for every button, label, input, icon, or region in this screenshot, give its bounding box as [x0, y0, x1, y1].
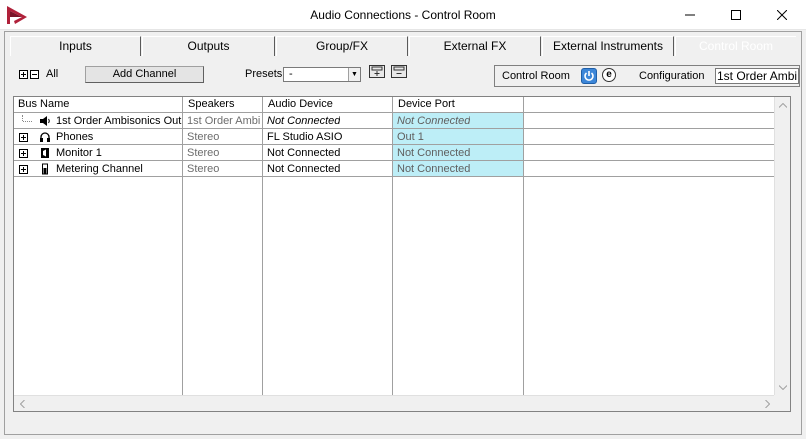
bus-name: Monitor 1	[56, 147, 102, 159]
table-row[interactable]: Monitor 1 Stereo Not Connected Not Conne…	[14, 145, 775, 161]
speaker-icon	[40, 116, 50, 126]
horizontal-scrollbar[interactable]	[14, 395, 775, 411]
column-header-speakers[interactable]: Speakers	[188, 98, 234, 110]
tab-control-room[interactable]: Control Room	[675, 36, 796, 56]
audio-device-value[interactable]: Not Connected	[267, 147, 340, 159]
scroll-left-icon[interactable]	[14, 396, 30, 412]
expand-all-icon[interactable]	[19, 69, 28, 79]
connections-table: Bus Name Speakers Audio Device Device Po…	[13, 96, 791, 412]
table-header: Bus Name Speakers Audio Device Device Po…	[14, 97, 775, 113]
column-header-audio-device[interactable]: Audio Device	[268, 98, 333, 110]
scroll-right-icon[interactable]	[759, 396, 775, 412]
tab-outputs[interactable]: Outputs	[142, 36, 275, 56]
table-row[interactable]: Metering Channel Stereo Not Connected No…	[14, 161, 775, 177]
speakers-value: 1st Order Ambi	[187, 115, 261, 127]
audio-device-value[interactable]: FL Studio ASIO	[267, 131, 342, 143]
control-room-label: Control Room	[502, 70, 570, 82]
maximize-icon	[731, 10, 741, 20]
bus-name: Phones	[56, 131, 94, 143]
close-icon	[777, 10, 787, 20]
expand-collapse-all: All	[19, 68, 58, 80]
audio-device-value[interactable]: Not Connected	[267, 115, 340, 127]
expand-icon[interactable]	[19, 133, 28, 142]
table-row[interactable]: Phones Stereo FL Studio ASIO Out 1	[14, 129, 775, 145]
scrollbar-corner	[774, 395, 790, 411]
toolbar: All Add Channel Presets - ▼ Control Room…	[10, 60, 800, 90]
expand-icon[interactable]	[19, 165, 28, 174]
tree-connector	[23, 121, 32, 122]
remove-preset-icon[interactable]	[391, 65, 407, 78]
vertical-scrollbar[interactable]	[774, 97, 790, 395]
store-preset-icon[interactable]	[369, 65, 385, 78]
bus-name: 1st Order Ambisonics Out	[56, 115, 182, 127]
device-port-cell[interactable]: Not Connected	[393, 113, 523, 128]
control-room-panel: Control Room e Configuration 1st Order A…	[494, 65, 800, 87]
collapse-all-icon[interactable]	[30, 69, 39, 79]
presets-label: Presets	[245, 68, 283, 80]
headphones-icon	[40, 132, 50, 142]
speakers-value: Stereo	[187, 147, 220, 159]
power-icon	[584, 71, 594, 81]
device-port-cell[interactable]: Out 1	[393, 129, 523, 144]
device-port-value: Not Connected	[397, 115, 471, 127]
meter-icon	[42, 163, 48, 175]
speakers-value: Stereo	[187, 131, 220, 143]
device-port-cell[interactable]: Not Connected	[393, 145, 523, 160]
column-header-bus-name[interactable]: Bus Name	[18, 98, 69, 110]
column-divider	[182, 97, 183, 395]
title-bar: Audio Connections - Control Room	[0, 0, 806, 30]
expand-icon[interactable]	[19, 149, 28, 158]
tab-bar: Inputs Outputs Group/FX External FX Exte…	[10, 36, 796, 56]
minimize-icon	[685, 14, 695, 16]
power-button[interactable]	[581, 68, 597, 84]
tab-inputs[interactable]: Inputs	[10, 36, 141, 56]
minimize-button[interactable]	[667, 0, 713, 30]
chevron-down-icon: ▼	[348, 68, 360, 81]
monitor-speaker-icon	[41, 148, 49, 158]
configuration-label: Configuration	[639, 70, 705, 82]
device-port-cell[interactable]: Not Connected	[393, 161, 523, 176]
all-label: All	[46, 68, 59, 80]
tab-external-fx[interactable]: External FX	[409, 36, 541, 56]
presets-value: -	[289, 68, 293, 80]
configuration-field[interactable]: 1st Order Ambi	[715, 68, 799, 84]
maximize-button[interactable]	[713, 0, 759, 30]
speakers-value: Stereo	[187, 163, 220, 175]
tab-external-instruments[interactable]: External Instruments	[542, 36, 674, 56]
device-port-value: Out 1	[397, 131, 424, 143]
column-divider	[392, 97, 393, 395]
tab-group-fx[interactable]: Group/FX	[276, 36, 408, 56]
close-button[interactable]	[759, 0, 805, 30]
table-row[interactable]: 1st Order Ambisonics Out 1st Order Ambi …	[14, 113, 775, 129]
scroll-up-icon[interactable]	[775, 97, 791, 113]
exclusive-button[interactable]: e	[602, 68, 616, 82]
bus-name: Metering Channel	[56, 163, 143, 175]
scroll-down-icon[interactable]	[775, 379, 791, 395]
audio-device-value[interactable]: Not Connected	[267, 163, 340, 175]
column-header-device-port[interactable]: Device Port	[398, 98, 455, 110]
column-divider	[262, 97, 263, 395]
add-channel-button[interactable]: Add Channel	[85, 66, 204, 83]
device-port-value: Not Connected	[397, 147, 471, 159]
device-port-value: Not Connected	[397, 163, 471, 175]
presets-select[interactable]: - ▼	[283, 67, 361, 82]
column-divider	[523, 97, 524, 395]
